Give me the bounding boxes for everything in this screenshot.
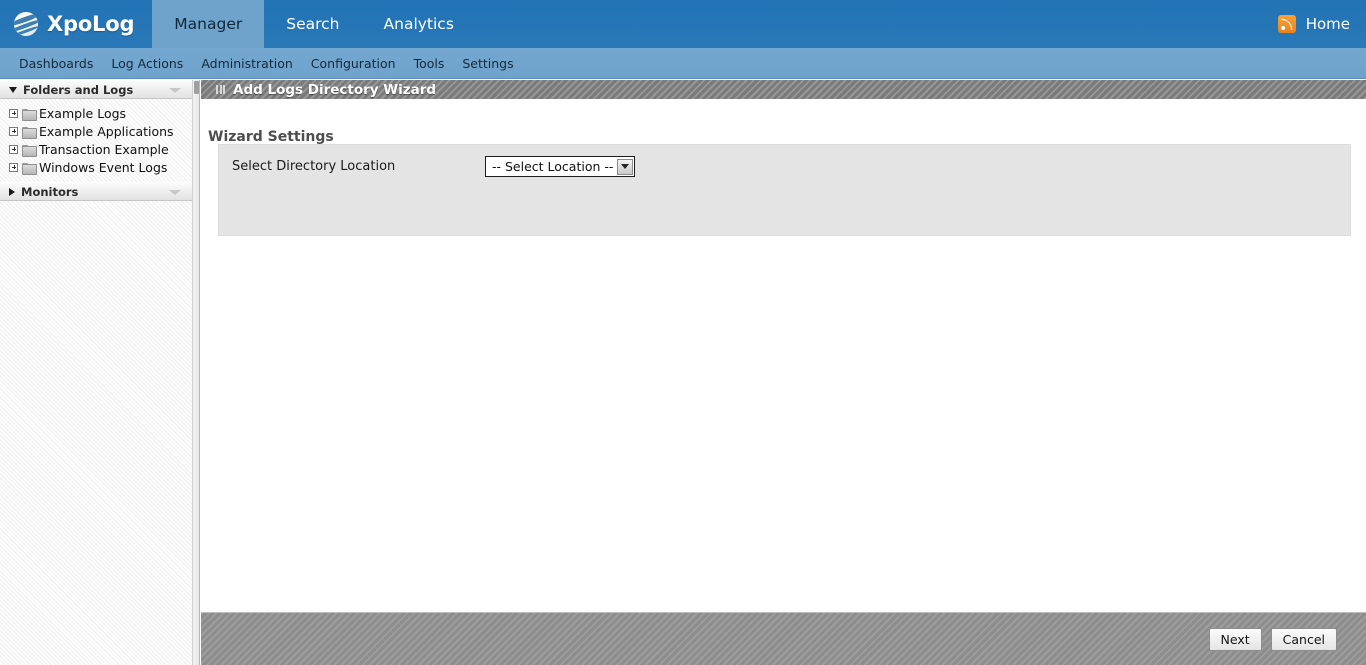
- subnav-item-configuration[interactable]: Configuration: [311, 56, 396, 71]
- plus-box-icon[interactable]: [9, 108, 18, 118]
- plus-box-icon[interactable]: [9, 162, 18, 172]
- sidebar-tree: Example Logs Example Applications Transa…: [0, 99, 199, 176]
- brand-logo[interactable]: XpoLog: [0, 0, 152, 48]
- subnav-item-dashboards[interactable]: Dashboards: [19, 56, 93, 71]
- triangle-right-icon: [9, 187, 15, 196]
- tree-item-label: Windows Event Logs: [39, 159, 168, 175]
- tree-item-label: Example Applications: [39, 123, 174, 139]
- tree-item-example-applications[interactable]: Example Applications: [9, 122, 199, 140]
- rss-feed-icon[interactable]: [1277, 15, 1296, 33]
- drag-grip-icon[interactable]: [216, 85, 225, 94]
- panel-title-bar: Add Logs Directory Wizard: [201, 80, 1366, 101]
- tab-analytics[interactable]: Analytics: [362, 0, 476, 48]
- tab-search[interactable]: Search: [264, 0, 361, 48]
- tab-manager-label: Manager: [174, 15, 243, 33]
- subnav-item-tools[interactable]: Tools: [414, 56, 445, 71]
- directory-location-select-value: -- Select Location --: [492, 159, 614, 174]
- section-heading: Wizard Settings: [208, 129, 334, 145]
- tree-item-label: Example Logs: [39, 105, 127, 121]
- folder-icon: [22, 108, 37, 121]
- folder-icon: [22, 126, 37, 139]
- subnav-item-settings[interactable]: Settings: [462, 56, 513, 71]
- sidebar-scrollbar[interactable]: [192, 80, 199, 665]
- secondary-navigation-bar: Dashboards Log Actions Administration Co…: [0, 48, 1366, 79]
- next-button[interactable]: Next: [1208, 627, 1262, 651]
- page-title: Add Logs Directory Wizard: [233, 81, 437, 98]
- directory-location-label: Select Directory Location: [232, 159, 396, 174]
- sidebar: Folders and Logs Example Logs Example Ap…: [0, 80, 200, 665]
- sidebar-section-folders-and-logs-label: Folders and Logs: [23, 82, 134, 97]
- plus-box-icon[interactable]: [9, 126, 18, 136]
- directory-location-select[interactable]: -- Select Location --: [485, 156, 635, 177]
- top-right-actions: Home: [1277, 0, 1366, 48]
- sidebar-section-monitors[interactable]: Monitors: [0, 182, 199, 201]
- cancel-button[interactable]: Cancel: [1270, 627, 1337, 651]
- tree-item-transaction-example[interactable]: Transaction Example: [9, 140, 199, 158]
- subnav-item-log-actions[interactable]: Log Actions: [111, 56, 183, 71]
- triangle-down-icon: [9, 86, 17, 93]
- directory-location-field-row: Select Directory Location -- Select Loca…: [219, 145, 1350, 189]
- folder-icon: [22, 162, 37, 175]
- top-navigation-bar: XpoLog Manager Search Analytics Home: [0, 0, 1366, 48]
- tree-item-windows-event-logs[interactable]: Windows Event Logs: [9, 158, 199, 176]
- chevron-down-icon[interactable]: [169, 190, 181, 195]
- xpolog-globe-icon: [14, 12, 38, 36]
- tree-item-example-logs[interactable]: Example Logs: [9, 104, 199, 122]
- chevron-down-icon[interactable]: [616, 158, 633, 175]
- subnav-item-administration[interactable]: Administration: [201, 56, 292, 71]
- wizard-settings-panel: Select Directory Location -- Select Loca…: [218, 144, 1351, 236]
- brand-name: XpoLog: [47, 12, 135, 36]
- tab-analytics-label: Analytics: [383, 15, 454, 33]
- sidebar-section-monitors-label: Monitors: [21, 184, 79, 199]
- folder-icon: [22, 144, 37, 157]
- tree-item-label: Transaction Example: [39, 141, 169, 157]
- chevron-down-icon[interactable]: [169, 88, 181, 93]
- tab-manager[interactable]: Manager: [152, 0, 265, 48]
- wizard-footer: Next Cancel: [201, 612, 1366, 665]
- sidebar-section-folders-and-logs[interactable]: Folders and Logs: [0, 80, 199, 99]
- main-content: Add Logs Directory Wizard Wizard Setting…: [201, 80, 1366, 665]
- home-link[interactable]: Home: [1306, 15, 1350, 33]
- tab-search-label: Search: [286, 15, 340, 33]
- plus-box-icon[interactable]: [9, 144, 18, 154]
- sidebar-scrollbar-thumb[interactable]: [194, 81, 199, 94]
